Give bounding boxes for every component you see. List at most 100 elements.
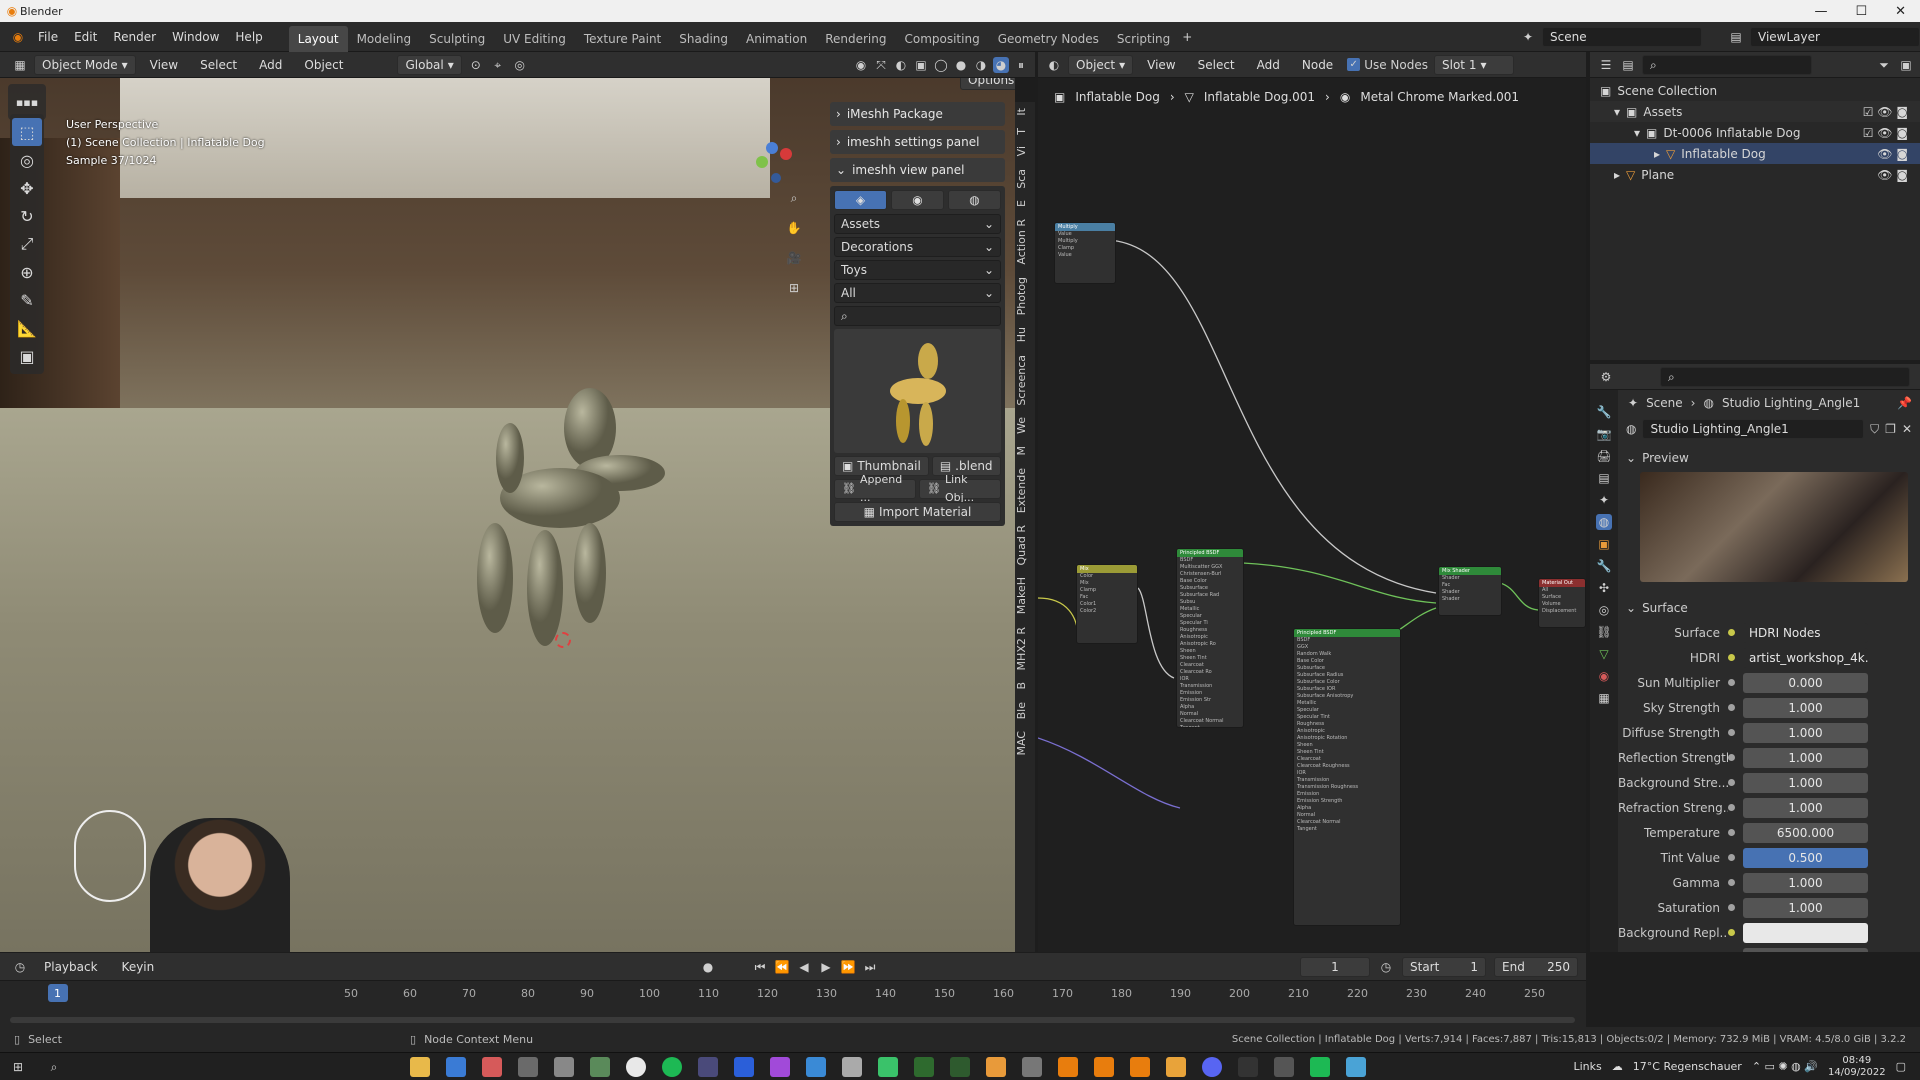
node-socket[interactable]: Mix (1077, 580, 1137, 587)
section-imeshh-settings[interactable]: › imeshh settings panel (830, 130, 1005, 154)
node-socket[interactable]: Alpha (1177, 704, 1243, 711)
node-socket[interactable]: Fac (1077, 594, 1137, 601)
scene-selector[interactable]: Scene (1542, 26, 1702, 47)
property-value-field[interactable]: 1.000 (1743, 872, 1868, 893)
app-icon[interactable] (482, 1056, 502, 1077)
node-socket[interactable]: Surface (1539, 594, 1585, 601)
multiply-node[interactable]: Multiply Value Multiply Clamp Value (1054, 222, 1116, 284)
discord-icon[interactable] (1202, 1056, 1222, 1077)
node-socket[interactable]: Subsurface Anisotropy (1294, 693, 1400, 700)
keying-menu[interactable]: Keyin (114, 953, 163, 981)
property-value-field[interactable]: artist_workshop_4k.exr... (1743, 647, 1868, 668)
property-value-field[interactable]: 0.000 (1743, 947, 1868, 952)
tab-shading[interactable]: Shading (670, 26, 737, 52)
node-socket[interactable]: BSDF (1177, 557, 1243, 564)
visibility-eye-icon[interactable]: 👁 ◙ (1877, 168, 1920, 182)
outliner-item-plane[interactable]: ▸ ▽ Plane 👁 ◙ (1590, 164, 1920, 185)
n-panel-tab[interactable]: E (1015, 194, 1035, 213)
tab-modeling[interactable]: Modeling (348, 26, 421, 52)
render-tab-icon[interactable]: 📷 (1596, 426, 1612, 442)
node-socket[interactable]: Anisotropic (1177, 634, 1243, 641)
prev-keyframe-icon[interactable]: ⏪ (774, 959, 790, 975)
node-socket[interactable]: Multiscatter GGX (1177, 564, 1243, 571)
visibility-eye-icon[interactable]: ☑ 👁 ◙ (1863, 126, 1920, 140)
pin-icon[interactable]: 📌 (1897, 396, 1920, 410)
node-socket[interactable]: Value (1055, 231, 1115, 238)
texture-tab-icon[interactable]: ▦ (1596, 690, 1612, 706)
node-menu-select[interactable]: Select (1190, 52, 1243, 78)
play-reverse-icon[interactable]: ◀ (796, 959, 812, 975)
node-socket[interactable]: Transmission (1177, 683, 1243, 690)
output-tab-icon[interactable]: 🖨 (1596, 448, 1612, 464)
camera-icon[interactable]: 🎥 (786, 250, 802, 266)
property-value-field[interactable]: HDRI Nodes (1743, 622, 1868, 643)
node-socket[interactable]: Anisotropic (1294, 728, 1400, 735)
new-collection-icon[interactable]: ▣ (1898, 57, 1914, 73)
node-socket[interactable]: Base Color (1177, 578, 1243, 585)
app-icon[interactable] (518, 1056, 538, 1077)
use-nodes-toggle[interactable]: ✓ Use Nodes (1347, 58, 1428, 72)
category-dropdown[interactable]: Assets ⌄ (834, 214, 1001, 234)
node-socket[interactable]: Anisotropic Rotation (1294, 735, 1400, 742)
outliner-item-assets[interactable]: ▾ ▣ Assets ☑ 👁 ◙ (1590, 101, 1920, 122)
view-layer-selector[interactable]: ViewLayer (1750, 26, 1920, 47)
node-socket[interactable]: IOR (1294, 770, 1400, 777)
n-panel-tab[interactable]: T (1015, 122, 1035, 141)
node-socket[interactable]: Transmission Roughness (1294, 784, 1400, 791)
property-value-field[interactable]: 0.000 (1743, 672, 1868, 693)
rotate-tool-icon[interactable]: ↻ (12, 202, 42, 230)
taskbar-search-icon[interactable]: ⌕ (46, 1059, 62, 1075)
blender-taskbar-icon[interactable] (1058, 1056, 1078, 1077)
node-socket[interactable]: Metallic (1294, 700, 1400, 707)
app-icon[interactable] (1166, 1056, 1186, 1077)
node-socket[interactable]: Clearcoat Normal (1177, 718, 1243, 725)
models-mode-button[interactable]: ◈ (834, 190, 887, 210)
node-socket[interactable]: Clearcoat Ro (1177, 669, 1243, 676)
socket-dot-icon[interactable] (1728, 704, 1735, 711)
node-socket[interactable]: Shader (1439, 589, 1501, 596)
node-socket[interactable]: Transmission (1294, 777, 1400, 784)
node-socket[interactable]: Subsurface Color (1294, 679, 1400, 686)
property-value-field[interactable]: 1.000 (1743, 772, 1868, 793)
maximize-icon[interactable]: ☐ (1855, 4, 1867, 19)
node-socket[interactable]: Shader (1439, 575, 1501, 582)
node-socket[interactable]: Roughness (1177, 627, 1243, 634)
grid-icon[interactable]: ⊞ (786, 280, 802, 296)
display-mode-icon[interactable]: ▤ (1620, 57, 1636, 73)
tab-texture-paint[interactable]: Texture Paint (575, 26, 670, 52)
rendered-shading-icon[interactable]: ◕ (993, 56, 1009, 73)
node-menu-add[interactable]: Add (1249, 52, 1288, 78)
property-value-field[interactable]: 6500.000 (1743, 822, 1868, 843)
n-panel-tab[interactable]: M (1015, 440, 1035, 462)
visibility-eye-icon[interactable]: ☑ 👁 ◙ (1863, 105, 1920, 119)
property-value-field[interactable]: 1.000 (1743, 697, 1868, 718)
photoshop-icon[interactable] (734, 1056, 754, 1077)
weather-label[interactable]: 17°C Regenschauer (1633, 1060, 1742, 1073)
node-socket[interactable]: Multiply (1055, 238, 1115, 245)
import-material-button[interactable]: ▦ Import Material (834, 502, 1001, 522)
zoom-icon[interactable]: ⌕ (786, 190, 802, 206)
property-value-field[interactable]: 1.000 (1743, 722, 1868, 743)
socket-dot-icon[interactable] (1728, 754, 1735, 761)
n-panel-tab[interactable]: Sca (1015, 163, 1035, 195)
minimize-icon[interactable]: — (1814, 4, 1827, 19)
timeline-scrollbar[interactable] (10, 1017, 1575, 1023)
preview-panel-header[interactable]: ⌄ Preview (1618, 446, 1920, 470)
n-panel-tab[interactable]: Screenca (1015, 349, 1035, 412)
orientation-selector[interactable]: Global ▾ (397, 54, 462, 75)
menu-edit[interactable]: Edit (66, 22, 105, 52)
pan-hand-icon[interactable]: ✋ (786, 220, 802, 236)
editor-type-icon[interactable]: ▦ (12, 57, 28, 73)
play-icon[interactable]: ▶ (818, 959, 834, 975)
start-frame-field[interactable]: Start 1 (1402, 956, 1486, 977)
node-socket[interactable]: Sheen Tint (1294, 749, 1400, 756)
mix-shader-node[interactable]: Mix Shader Shader Fac Shader Shader (1438, 566, 1502, 616)
n-panel-tab[interactable]: We (1015, 411, 1035, 440)
node-menu-node[interactable]: Node (1294, 52, 1341, 78)
world-name-field[interactable]: Studio Lighting_Angle1 (1642, 419, 1865, 439)
property-value-field[interactable]: 1.000 (1743, 747, 1868, 768)
material-tab-icon[interactable]: ◉ (1596, 668, 1612, 684)
outliner-item-dt-0006[interactable]: ▾ ▣ Dt-0006 Inflatable Dog ☑ 👁 ◙ (1590, 122, 1920, 143)
principled-bsdf-node-2[interactable]: Principled BSDF BSDF GGX Random Walk Base Co… (1293, 628, 1401, 926)
visibility-icon[interactable]: ◉ (853, 57, 869, 73)
